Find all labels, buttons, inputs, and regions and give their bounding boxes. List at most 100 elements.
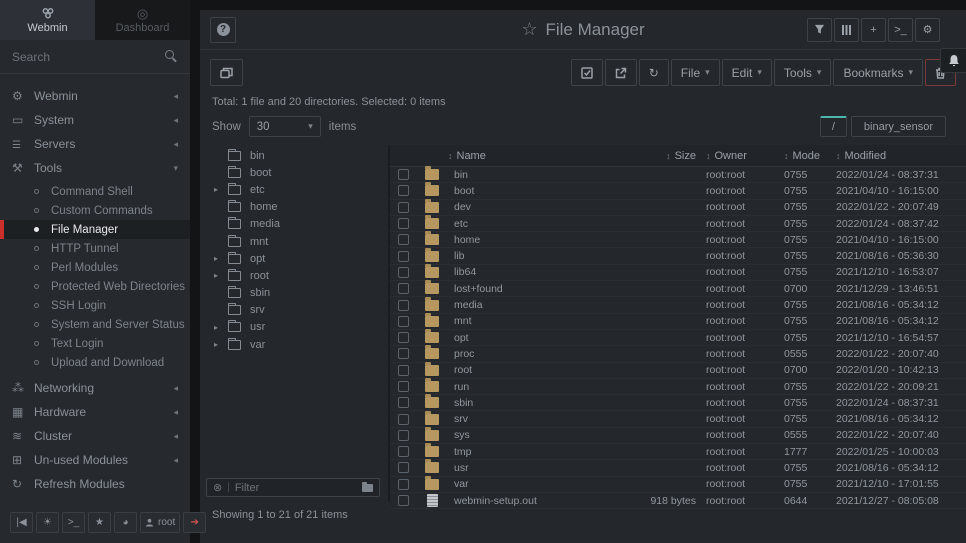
help-button[interactable]: ? bbox=[210, 17, 236, 43]
table-row[interactable]: lost+found root:root 0700 2021/12/29 - 1… bbox=[390, 281, 966, 297]
table-row[interactable]: tmp root:root 1777 2022/01/25 - 10:00:03 bbox=[390, 444, 966, 460]
sidebar-section[interactable]: Tools bbox=[0, 156, 190, 180]
sidebar-item[interactable]: Protected Web Directories bbox=[0, 277, 190, 296]
row-checkbox[interactable] bbox=[398, 462, 409, 473]
row-checkbox[interactable] bbox=[398, 446, 409, 457]
columns-button[interactable] bbox=[834, 18, 859, 42]
toolbar-menu[interactable]: Edit ▾ bbox=[722, 59, 772, 86]
file-name[interactable]: bin bbox=[448, 169, 618, 181]
file-name[interactable]: media bbox=[448, 299, 618, 311]
table-row[interactable]: lib root:root 0755 2021/08/16 - 05:36:30 bbox=[390, 248, 966, 264]
terminal-button[interactable]: >_ bbox=[62, 512, 85, 533]
row-checkbox[interactable] bbox=[398, 300, 409, 311]
table-row[interactable]: opt root:root 0755 2021/12/10 - 16:54:57 bbox=[390, 330, 966, 346]
tree-item[interactable]: bin bbox=[200, 147, 388, 164]
favorite-star-icon[interactable]: ☆ bbox=[521, 19, 537, 39]
file-name[interactable]: lib bbox=[448, 250, 618, 262]
column-header-mode[interactable]: Mode bbox=[784, 150, 836, 162]
sidebar-section[interactable]: Un-used Modules bbox=[0, 448, 190, 472]
tree-item[interactable]: mnt bbox=[200, 233, 388, 250]
row-checkbox[interactable] bbox=[398, 397, 409, 408]
tree-item[interactable]: opt bbox=[200, 250, 388, 267]
row-checkbox[interactable] bbox=[398, 202, 409, 213]
table-row[interactable]: etc root:root 0755 2022/01/24 - 08:37:42 bbox=[390, 216, 966, 232]
sidebar-section[interactable]: Refresh Modules bbox=[0, 472, 190, 496]
tree-item[interactable]: srv bbox=[200, 302, 388, 319]
select-all-button[interactable] bbox=[571, 59, 603, 86]
table-row[interactable]: var root:root 0755 2021/12/10 - 17:01:55 bbox=[390, 477, 966, 493]
file-name[interactable]: run bbox=[448, 381, 618, 393]
row-checkbox[interactable] bbox=[398, 381, 409, 392]
file-name[interactable]: usr bbox=[448, 462, 618, 474]
table-row[interactable]: root root:root 0700 2022/01/20 - 10:42:1… bbox=[390, 363, 966, 379]
table-row[interactable]: srv root:root 0755 2021/08/16 - 05:34:12 bbox=[390, 411, 966, 427]
table-row[interactable]: sbin root:root 0755 2022/01/24 - 08:37:3… bbox=[390, 395, 966, 411]
sidebar-item[interactable]: Upload and Download bbox=[0, 353, 190, 372]
row-checkbox[interactable] bbox=[398, 251, 409, 262]
expand-arrow-icon[interactable] bbox=[214, 340, 228, 349]
row-checkbox[interactable] bbox=[398, 169, 409, 180]
toolbar-menu[interactable]: File ▾ bbox=[671, 59, 720, 86]
user-button[interactable]: root bbox=[140, 512, 180, 533]
tree-item[interactable]: root bbox=[200, 267, 388, 284]
language-button[interactable]: ◕ bbox=[114, 512, 137, 533]
page-size-select[interactable]: 30 ▾ bbox=[249, 116, 321, 137]
clear-filter-icon[interactable]: ⊗ bbox=[213, 481, 222, 494]
sidebar-item[interactable]: Custom Commands bbox=[0, 201, 190, 220]
file-name[interactable]: home bbox=[448, 234, 618, 246]
row-checkbox[interactable] bbox=[398, 185, 409, 196]
row-checkbox[interactable] bbox=[398, 218, 409, 229]
add-button[interactable]: + bbox=[861, 18, 886, 42]
table-row[interactable]: sys root:root 0555 2022/01/22 - 20:07:40 bbox=[390, 428, 966, 444]
collapse-sidebar-button[interactable]: |◀ bbox=[10, 512, 33, 533]
new-window-button[interactable] bbox=[210, 59, 243, 86]
file-name[interactable]: lib64 bbox=[448, 266, 618, 278]
tree-item[interactable]: boot bbox=[200, 164, 388, 181]
table-row[interactable]: dev root:root 0755 2022/01/22 - 20:07:49 bbox=[390, 200, 966, 216]
tab-dashboard[interactable]: ◎ Dashboard bbox=[95, 0, 190, 40]
row-checkbox[interactable] bbox=[398, 479, 409, 490]
sidebar-section[interactable]: Hardware bbox=[0, 400, 190, 424]
column-header-owner[interactable]: Owner bbox=[706, 150, 784, 162]
file-name[interactable]: dev bbox=[448, 201, 618, 213]
file-name[interactable]: opt bbox=[448, 332, 618, 344]
row-checkbox[interactable] bbox=[398, 267, 409, 278]
sidebar-item[interactable]: Perl Modules bbox=[0, 258, 190, 277]
file-name[interactable]: root bbox=[448, 364, 618, 376]
table-row[interactable]: proc root:root 0555 2022/01/22 - 20:07:4… bbox=[390, 346, 966, 362]
file-name[interactable]: sbin bbox=[448, 397, 618, 409]
toolbar-menu[interactable]: Bookmarks ▾ bbox=[833, 59, 923, 86]
sidebar-section[interactable]: Cluster bbox=[0, 424, 190, 448]
settings-button[interactable]: ⚙ bbox=[915, 18, 940, 42]
filter-button[interactable] bbox=[807, 18, 832, 42]
column-header-size[interactable]: Size bbox=[618, 150, 706, 162]
row-checkbox[interactable] bbox=[398, 348, 409, 359]
column-header-modified[interactable]: Modified bbox=[836, 150, 966, 162]
sidebar-section[interactable]: Networking bbox=[0, 376, 190, 400]
file-name[interactable]: proc bbox=[448, 348, 618, 360]
filter-folder-icon[interactable] bbox=[362, 484, 373, 492]
expand-arrow-icon[interactable] bbox=[214, 271, 228, 280]
row-checkbox[interactable] bbox=[398, 283, 409, 294]
sidebar-item[interactable]: Text Login bbox=[0, 334, 190, 353]
row-checkbox[interactable] bbox=[398, 316, 409, 327]
table-row[interactable]: lib64 root:root 0755 2021/12/10 - 16:53:… bbox=[390, 265, 966, 281]
expand-arrow-icon[interactable] bbox=[214, 323, 228, 332]
sidebar-item[interactable]: File Manager bbox=[0, 220, 190, 239]
file-name[interactable]: etc bbox=[448, 218, 618, 230]
favorites-star-button[interactable]: ★ bbox=[88, 512, 111, 533]
row-checkbox[interactable] bbox=[398, 414, 409, 425]
breadcrumb-root[interactable]: / bbox=[820, 116, 847, 137]
tree-item[interactable]: usr bbox=[200, 319, 388, 336]
table-row[interactable]: usr root:root 0755 2021/08/16 - 05:34:12 bbox=[390, 460, 966, 476]
table-row[interactable]: home root:root 0755 2021/04/10 - 16:15:0… bbox=[390, 232, 966, 248]
breadcrumb-segment[interactable]: binary_sensor bbox=[851, 116, 946, 137]
sidebar-section[interactable]: System bbox=[0, 108, 190, 132]
sidebar-item[interactable]: Command Shell bbox=[0, 182, 190, 201]
expand-arrow-icon[interactable] bbox=[214, 254, 228, 263]
expand-arrow-icon[interactable] bbox=[214, 185, 228, 194]
row-checkbox[interactable] bbox=[398, 332, 409, 343]
tab-webmin[interactable]: Webmin bbox=[0, 0, 95, 40]
file-name[interactable]: mnt bbox=[448, 315, 618, 327]
refresh-button[interactable]: ↻ bbox=[639, 59, 669, 86]
